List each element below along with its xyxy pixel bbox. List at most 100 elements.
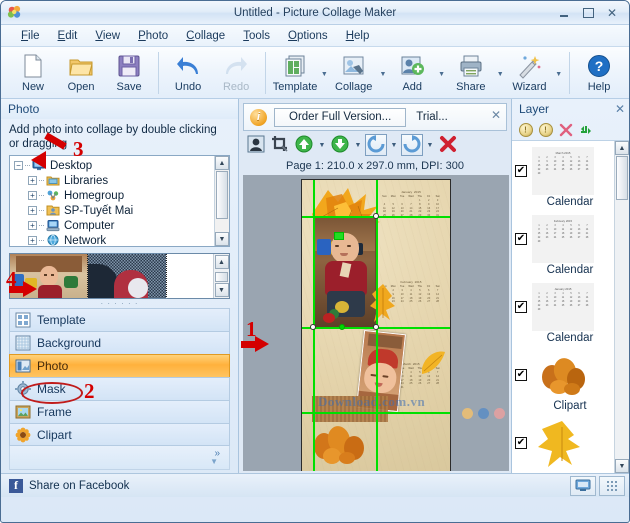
layer-item[interactable]: ✔ [512, 348, 614, 399]
layer-refresh-button[interactable] [578, 122, 593, 137]
baby-photo-thumbnail-2[interactable] [87, 254, 167, 298]
photo-center-marker[interactable] [334, 232, 344, 240]
calendar-january[interactable]: January 2015 Sun Mon Tue Wed Thu Fri Sat 123456… [380, 190, 442, 218]
layer-panel-close-icon[interactable]: ✕ [615, 102, 625, 116]
menu-item-file[interactable]: File [13, 27, 48, 45]
menu-item-options[interactable]: Options [280, 27, 336, 45]
handle-mid-left[interactable] [310, 324, 316, 330]
tree-expander[interactable]: + [28, 236, 37, 245]
layer-visibility-checkbox[interactable]: ✔ [515, 301, 527, 313]
category-mask-button[interactable]: Mask [9, 377, 230, 400]
panel-splitter[interactable]: · · · · · · [1, 299, 238, 308]
folder-tree[interactable]: − Desktop + Libraries + Homegroup + SP-Tuyết Ma… [10, 156, 214, 246]
handle-top-right[interactable] [373, 213, 379, 219]
layer-delete-button[interactable] [558, 122, 573, 137]
share-on-facebook-button[interactable]: f Share on Facebook [1, 477, 570, 495]
layer-scrollbar[interactable]: ▲ ▼ [614, 141, 629, 473]
category-photo-button[interactable]: Photo [9, 354, 230, 377]
selected-baby-photo[interactable] [314, 216, 376, 328]
minimize-button[interactable] [553, 5, 575, 21]
collage-page[interactable]: January 2015 Sun Mon Tue Wed Thu Fri Sat 123456… [301, 179, 451, 471]
menu-item-collage[interactable]: Collage [178, 27, 233, 45]
menu-item-photo[interactable]: Photo [130, 27, 176, 45]
yellow-leaf-clipart-mid[interactable] [370, 284, 396, 324]
tree-expander[interactable]: + [28, 191, 37, 200]
layer-item[interactable]: ✔ March 2015 1 2 3 4 5 6 7 8 9 10 11 12 13 14 15 16 17 18… [512, 144, 614, 195]
tree-node-computer[interactable]: + Computer [14, 218, 214, 233]
calendar-january-thumbnail[interactable]: January 2015 1 2 3 4 5 6 7 8 9 10 11 12 13 14 15 16 17 18… [532, 283, 594, 331]
crop-tool[interactable] [269, 134, 291, 156]
tree-node-homegroup[interactable]: + Homegroup [14, 188, 214, 203]
tree-expander[interactable]: + [28, 176, 37, 185]
acorns-clipart[interactable] [312, 416, 366, 464]
layer-item[interactable]: ✔ January 2015 1 2 3 4 5 6 7 8 9 10 11 12 13 14 15 16 17… [512, 280, 614, 331]
move-up-tool-dropdown[interactable]: ▼ [317, 134, 327, 156]
layer-item[interactable]: ✔ [512, 416, 614, 467]
categories-expand-bar[interactable]: » ▼ [9, 446, 230, 470]
move-down-tool-dropdown[interactable]: ▼ [353, 134, 363, 156]
layer-item[interactable]: ✔ February 2015 1 2 3 4 5 6 7 8 9 10 11 12 13 14 15 16 1… [512, 212, 614, 263]
order-bar-close-icon[interactable]: ✕ [491, 108, 501, 122]
thumb-scroll-down-icon[interactable]: ▼ [214, 283, 229, 297]
toolbar-add-dropdown[interactable]: ▼ [436, 50, 447, 94]
acorns-clipart-thumbnail[interactable] [532, 351, 594, 399]
tree-expander[interactable]: − [14, 161, 23, 170]
order-full-version-button[interactable]: Order Full Version... [274, 107, 407, 127]
canvas-area[interactable]: January 2015 Sun Mon Tue Wed Thu Fri Sat 123456… [243, 175, 509, 471]
layer-scroll-up-icon[interactable]: ▲ [615, 141, 629, 155]
layer-up-button[interactable] [518, 122, 533, 137]
category-background-button[interactable]: Background [9, 331, 230, 354]
toolbar-wizard-dropdown[interactable]: ▼ [553, 50, 564, 94]
menu-item-tools[interactable]: Tools [235, 27, 278, 45]
toolbar-save-button[interactable]: Save [105, 50, 153, 93]
layer-visibility-checkbox[interactable]: ✔ [515, 437, 527, 449]
layer-scroll-down-icon[interactable]: ▼ [615, 459, 629, 473]
toolbar-template-button[interactable]: Template [271, 50, 319, 93]
layer-down-button[interactable] [538, 122, 553, 137]
move-up-tool[interactable] [293, 134, 315, 156]
handle-mid-right[interactable] [373, 324, 379, 330]
tree-node-sp-tuy-t-mai[interactable]: + SP-Tuyết Mai [14, 203, 214, 218]
toolbar-template-dropdown[interactable]: ▼ [319, 50, 330, 94]
menu-item-view[interactable]: View [87, 27, 128, 45]
rotate-left-tool-dropdown[interactable]: ▼ [389, 134, 399, 156]
portrait-tool[interactable] [245, 134, 267, 156]
tree-node-libraries[interactable]: + Libraries [14, 173, 214, 188]
layer-visibility-checkbox[interactable]: ✔ [515, 233, 527, 245]
thumb-scroll-thumb[interactable] [215, 271, 228, 282]
scroll-up-icon[interactable]: ▲ [215, 156, 229, 170]
trial-label[interactable]: Trial... [416, 111, 448, 123]
toolbar-wizard-button[interactable]: Wizard [505, 50, 553, 93]
toolbar-help-button[interactable]: ? Help [575, 50, 623, 93]
toolbar-open-button[interactable]: Open [57, 50, 105, 93]
maximize-button[interactable] [577, 5, 599, 21]
close-button[interactable]: ✕ [601, 5, 623, 21]
rotate-right-tool-dropdown[interactable]: ▼ [425, 134, 435, 156]
toolbar-share-button[interactable]: Share [447, 50, 495, 93]
delete-tool[interactable] [437, 134, 459, 156]
yellow-leaf-clipart-thumbnail[interactable] [532, 419, 594, 467]
display-mode-button[interactable] [570, 475, 596, 496]
calendar-february-thumbnail[interactable]: February 2015 1 2 3 4 5 6 7 8 9 10 11 12 13 14 15 16 17 1… [532, 215, 594, 263]
yellow-leaf-clipart-right[interactable] [420, 350, 446, 376]
category-template-button[interactable]: Template [9, 308, 230, 331]
menu-item-help[interactable]: Help [338, 27, 378, 45]
scroll-down-icon[interactable]: ▼ [215, 232, 229, 246]
toolbar-collage-dropdown[interactable]: ▼ [378, 50, 389, 94]
tree-node-network[interactable]: + Network [14, 233, 214, 246]
toolbar-undo-button[interactable]: Undo [164, 50, 212, 93]
tree-expander[interactable]: + [28, 221, 37, 230]
layer-list[interactable]: ✔ March 2015 1 2 3 4 5 6 7 8 9 10 11 12 13 14 15 16 17 18… [512, 141, 614, 473]
folder-tree-scrollbar[interactable]: ▲ ▼ [214, 156, 229, 246]
layer-scroll-thumb[interactable] [616, 156, 628, 200]
layer-visibility-checkbox[interactable]: ✔ [515, 369, 527, 381]
layer-visibility-checkbox[interactable]: ✔ [515, 165, 527, 177]
calendar-march-thumbnail[interactable]: March 2015 1 2 3 4 5 6 7 8 9 10 11 12 13 14 15 16 17 18 19… [532, 147, 594, 195]
category-frame-button[interactable]: Frame [9, 400, 230, 423]
menu-item-edit[interactable]: Edit [50, 27, 86, 45]
scroll-thumb[interactable] [216, 171, 228, 219]
rotate-right-tool[interactable] [401, 134, 423, 156]
thumb-scroll-up-icon[interactable]: ▲ [214, 255, 229, 269]
toolbar-new-button[interactable]: New [9, 50, 57, 93]
resize-grip[interactable] [599, 475, 625, 496]
